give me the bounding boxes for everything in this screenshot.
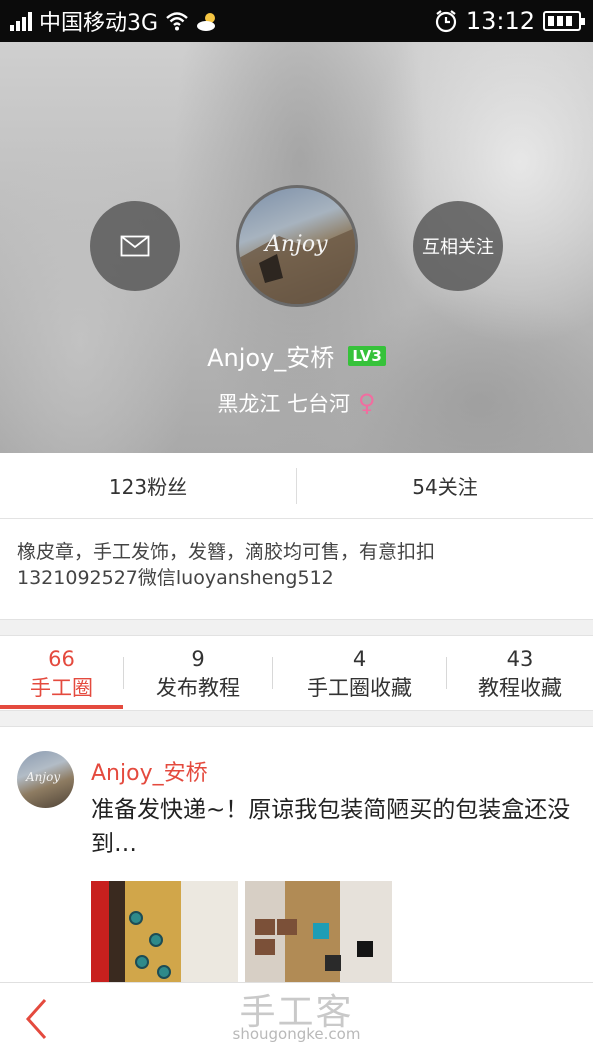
tab-label: 手工圈收藏 — [307, 675, 412, 700]
signal-icon — [10, 11, 32, 31]
message-button[interactable] — [90, 201, 180, 291]
tab-label: 手工圈 — [30, 675, 93, 700]
tab-label: 发布教程 — [156, 675, 240, 700]
post-avatar-signature: Anjoy — [26, 770, 61, 784]
status-bar-right: 13:12 — [434, 0, 585, 42]
status-bar-left: 中国移动3G — [10, 0, 220, 42]
avatar-signature: Anjoy — [265, 232, 328, 257]
profile-header: Anjoy 互相关注 Anjoy_安桥 LV3 黑龙江 七台河 ♀ — [0, 42, 593, 453]
tab-count: 4 — [352, 646, 367, 671]
fans-count[interactable]: 123粉丝 — [0, 471, 296, 500]
weather-icon — [197, 13, 216, 31]
stats-bar: 123粉丝 54关注 — [0, 453, 593, 519]
level-badge: LV3 — [348, 345, 386, 366]
post-image[interactable] — [91, 881, 238, 982]
tab-label: 教程收藏 — [478, 675, 562, 700]
profile-tabs: 66 手工圈 9 发布教程 4 手工圈收藏 43 教程收藏 — [0, 636, 593, 711]
profile-name: Anjoy_安桥 — [207, 344, 335, 372]
post-text: 准备发快递~！原谅我包装简陋买的包装盒还没到… — [91, 797, 571, 857]
profile-location: 黑龙江 七台河 — [217, 392, 351, 416]
tab-count: 66 — [48, 646, 75, 671]
watermark-domain: shougongke.com — [232, 1025, 361, 1043]
section-gap — [0, 619, 593, 636]
tab-count: 9 — [191, 646, 205, 671]
post-image[interactable] — [245, 881, 392, 982]
profile-name-row: Anjoy_安桥 LV3 — [0, 338, 593, 373]
post-author[interactable]: Anjoy_安桥 — [91, 755, 208, 787]
tab-tutorial-favorites[interactable]: 43 教程收藏 — [447, 636, 593, 711]
post-avatar[interactable]: Anjoy — [17, 751, 74, 808]
status-time: 13:12 — [465, 7, 535, 35]
tab-circle-favorites[interactable]: 4 手工圈收藏 — [273, 636, 446, 711]
bio-line-2: 1321092527微信luoyansheng512 — [17, 567, 334, 589]
following-count[interactable]: 54关注 — [297, 471, 593, 500]
female-icon: ♀ — [358, 389, 376, 417]
mutual-follow-button[interactable]: 互相关注 — [413, 201, 503, 291]
alarm-icon — [435, 10, 456, 33]
status-bar: 中国移动3G 13:12 — [0, 0, 593, 42]
profile-bio: 橡皮章，手工发饰，发簪，滴胶均可售，有意扣扣 1321092527微信luoya… — [0, 519, 593, 619]
wifi-icon — [166, 12, 188, 31]
post-card[interactable]: Anjoy Anjoy_安桥 准备发快递~！原谅我包装简陋买的包装盒还没到… — [0, 727, 593, 982]
envelope-icon — [120, 235, 150, 257]
profile-avatar[interactable]: Anjoy — [236, 185, 358, 307]
bio-line-1: 橡皮章，手工发饰，发簪，滴胶均可售，有意扣扣 — [17, 541, 436, 563]
tab-handcraft-circle[interactable]: 66 手工圈 — [0, 636, 123, 711]
tab-published-tutorials[interactable]: 9 发布教程 — [124, 636, 272, 711]
carrier-label: 中国移动3G — [39, 11, 159, 36]
section-gap — [0, 711, 593, 727]
tab-count: 43 — [506, 646, 534, 671]
battery-icon — [543, 11, 585, 31]
bottom-bar: 手工客 shougongke.com — [0, 982, 593, 1054]
location-row: 黑龙江 七台河 ♀ — [0, 388, 593, 418]
